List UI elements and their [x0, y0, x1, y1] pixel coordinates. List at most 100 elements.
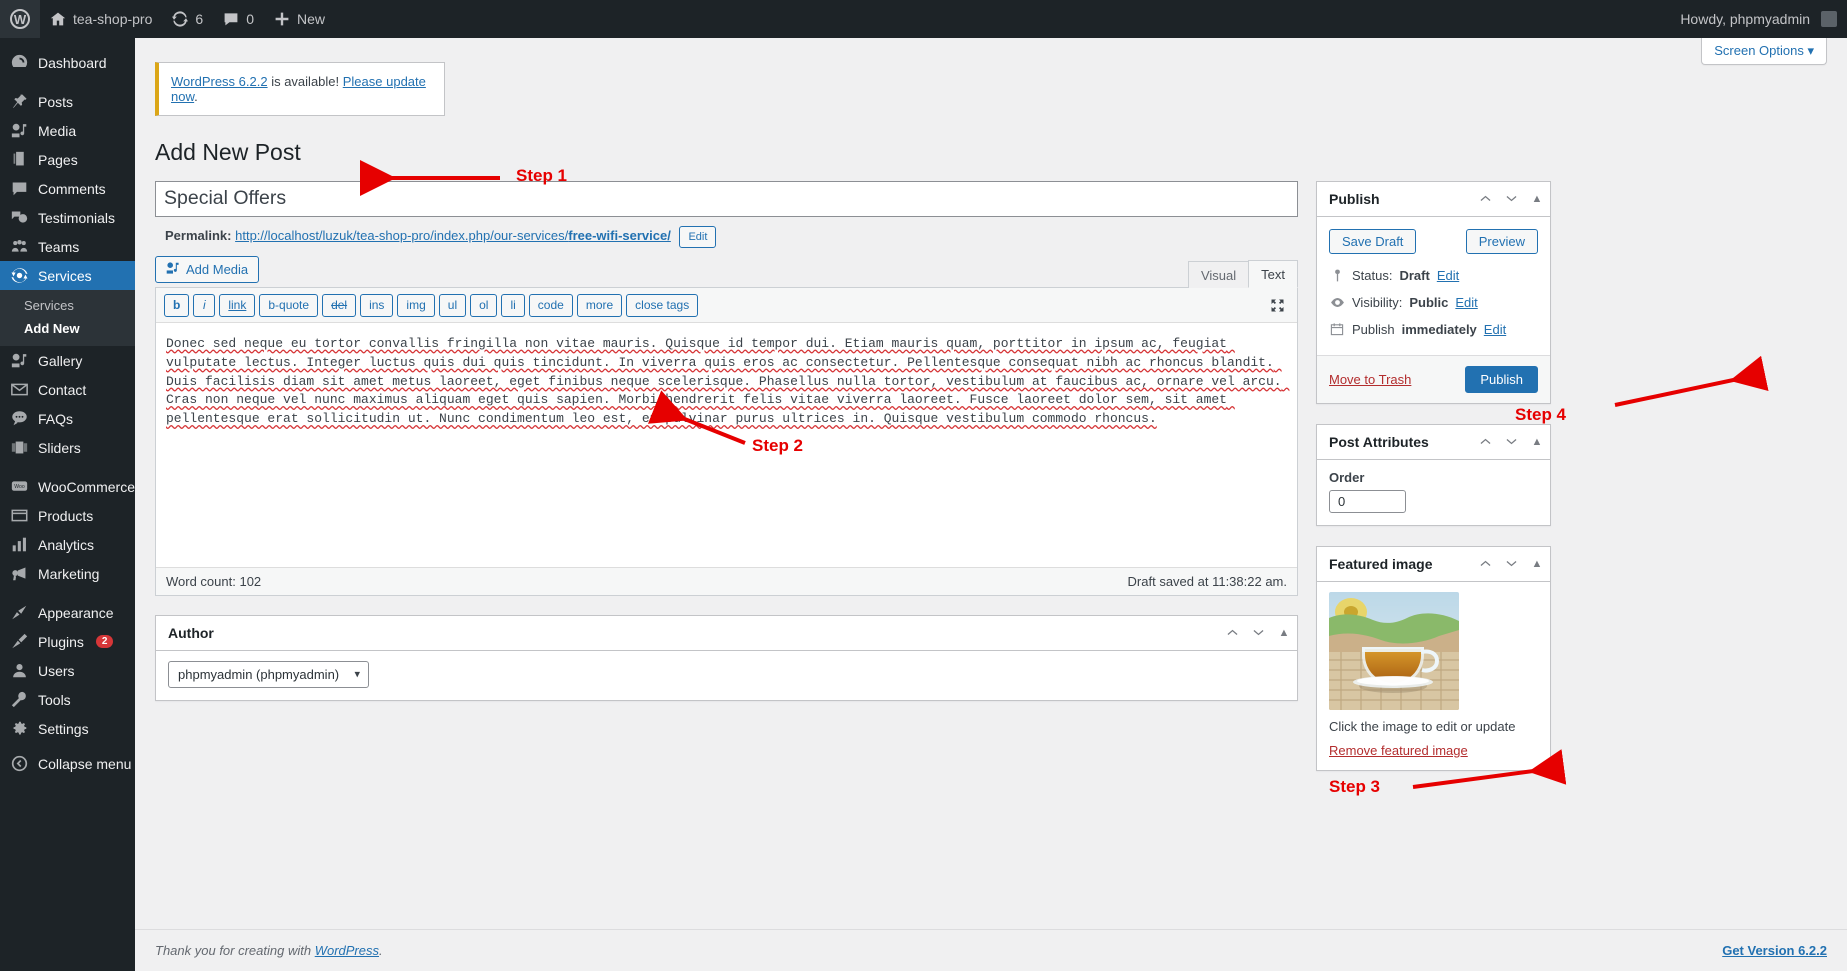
add-media-button[interactable]: Add Media — [155, 255, 260, 283]
move-up-icon[interactable] — [1472, 182, 1498, 216]
submenu-item-add-new[interactable]: Add New — [0, 317, 135, 340]
menu-separator-1 — [0, 77, 135, 87]
sliders-icon — [9, 438, 29, 458]
wordpress-footer-link[interactable]: WordPress — [315, 943, 379, 958]
qt-li-button[interactable]: li — [501, 293, 525, 317]
featured-image-inside: Click the image to edit or update Remove… — [1317, 582, 1550, 770]
sidebar-item-sliders[interactable]: Sliders — [0, 433, 135, 462]
sidebar-item-products[interactable]: Products — [0, 501, 135, 530]
sidebar-item-analytics[interactable]: Analytics — [0, 530, 135, 559]
post-title-input[interactable] — [155, 180, 1298, 217]
sidebar-label-sliders: Sliders — [38, 439, 81, 456]
new-content-menu[interactable]: New — [264, 0, 335, 38]
toggle-panel-icon[interactable]: ▲ — [1524, 182, 1550, 216]
qt-bold-button[interactable]: b — [164, 293, 190, 317]
post-content-textarea[interactable]: Donec sed neque eu tortor convallis frin… — [156, 322, 1297, 567]
toggle-panel-icon[interactable]: ▲ — [1271, 616, 1297, 650]
qt-ul-button[interactable]: ul — [438, 293, 467, 317]
updates-count: 6 — [195, 11, 204, 27]
move-to-trash-link[interactable]: Move to Trash — [1329, 372, 1411, 387]
save-draft-button[interactable]: Save Draft — [1329, 228, 1417, 254]
move-down-icon[interactable] — [1498, 182, 1524, 216]
sidebar-item-pages[interactable]: Pages — [0, 145, 135, 174]
tab-visual[interactable]: Visual — [1187, 260, 1250, 288]
visibility-edit-link[interactable]: Edit — [1455, 295, 1477, 310]
sidebar-label-marketing: Marketing — [38, 565, 100, 582]
site-name-menu[interactable]: tea-shop-pro — [40, 0, 162, 38]
sidebar-item-marketing[interactable]: Marketing — [0, 559, 135, 588]
sidebar-label-posts: Posts — [38, 93, 74, 110]
wordpress-version-link[interactable]: WordPress 6.2.2 — [171, 74, 268, 89]
qt-close-tags-button[interactable]: close tags — [626, 293, 699, 317]
sidebar-item-users[interactable]: Users — [0, 656, 135, 685]
qt-img-button[interactable]: img — [397, 293, 435, 317]
submenu-item-services[interactable]: Services — [0, 294, 135, 317]
users-icon — [9, 661, 29, 681]
sidebar-item-posts[interactable]: Posts — [0, 87, 135, 116]
updates-menu[interactable]: 6 — [162, 0, 213, 38]
move-up-icon[interactable] — [1219, 616, 1245, 650]
remove-featured-image-link[interactable]: Remove featured image — [1329, 743, 1468, 758]
move-down-icon[interactable] — [1245, 616, 1271, 650]
qt-code-button[interactable]: code — [528, 293, 573, 317]
collapse-menu-button[interactable]: Collapse menu — [0, 749, 135, 778]
sidebar-label-pages: Pages — [38, 151, 78, 168]
move-down-icon[interactable] — [1498, 547, 1524, 581]
notice-period: . — [194, 89, 198, 104]
toggle-panel-icon[interactable]: ▲ — [1524, 547, 1550, 581]
sidebar-item-woocommerce[interactable]: Woo WooCommerce — [0, 472, 135, 501]
author-select[interactable]: phpmyadmin (phpmyadmin) — [168, 660, 369, 688]
qt-link-button[interactable]: link — [219, 293, 256, 317]
settings-gear-icon — [9, 719, 29, 739]
edit-permalink-button[interactable]: Edit — [679, 225, 717, 248]
sidebar-item-appearance[interactable]: Appearance — [0, 598, 135, 627]
fullscreen-icon[interactable] — [1270, 298, 1289, 313]
status-edit-link[interactable]: Edit — [1437, 268, 1459, 283]
new-content-label: New — [296, 11, 325, 27]
sidebar-item-tools[interactable]: Tools — [0, 685, 135, 714]
toggle-panel-icon[interactable]: ▲ — [1524, 425, 1550, 459]
sidebar-item-gallery[interactable]: Gallery — [0, 346, 135, 375]
draft-saved-label: Draft saved at 11:38:22 am. — [1127, 573, 1287, 589]
sidebar-item-plugins[interactable]: Plugins 2 — [0, 627, 135, 656]
pin-status-icon — [1329, 269, 1345, 282]
permalink-link[interactable]: http://localhost/luzuk/tea-shop-pro/inde… — [235, 228, 671, 243]
footer-version-link[interactable]: Get Version 6.2.2 — [1722, 943, 1827, 958]
move-up-icon[interactable] — [1472, 547, 1498, 581]
menu-order-input[interactable] — [1329, 489, 1406, 513]
media-icon — [9, 121, 29, 141]
sidebar-item-contact[interactable]: Contact — [0, 375, 135, 404]
preview-button[interactable]: Preview — [1465, 228, 1538, 254]
qt-more-button[interactable]: more — [576, 293, 623, 317]
sidebar-item-settings[interactable]: Settings — [0, 714, 135, 743]
author-select-wrapper: phpmyadmin (phpmyadmin) ▾ — [168, 660, 369, 688]
publish-button[interactable]: Publish — [1465, 365, 1538, 393]
my-account-menu[interactable]: Howdy, phpmyadmin — [1670, 0, 1847, 38]
screen-options-button[interactable]: Screen Options ▾ — [1701, 38, 1827, 65]
qt-italic-button[interactable]: i — [193, 293, 216, 317]
move-up-icon[interactable] — [1472, 425, 1498, 459]
sidebar-item-media[interactable]: Media — [0, 116, 135, 145]
sidebar-item-testimonials[interactable]: Testimonials — [0, 203, 135, 232]
move-down-icon[interactable] — [1498, 425, 1524, 459]
wordpress-logo-icon: W — [10, 9, 30, 29]
sidebar-item-dashboard[interactable]: Dashboard — [0, 48, 135, 77]
featured-image-thumbnail[interactable] — [1329, 591, 1459, 710]
wp-logo-menu[interactable]: W — [0, 0, 40, 38]
tab-text[interactable]: Text — [1248, 259, 1298, 288]
qt-ins-button[interactable]: ins — [360, 293, 394, 317]
sidebar-item-faqs[interactable]: FAQs — [0, 404, 135, 433]
sidebar-item-teams[interactable]: Teams — [0, 232, 135, 261]
editor-container: b i link b-quote del ins img ul ol li co… — [155, 286, 1298, 596]
sidebar-item-services[interactable]: Services — [0, 261, 135, 290]
qt-del-button[interactable]: del — [322, 293, 357, 317]
comments-count: 0 — [246, 11, 254, 27]
qt-ol-button[interactable]: ol — [470, 293, 498, 317]
page-inner: WordPress 6.2.2 is available! Please upd… — [135, 38, 1847, 791]
comments-menu[interactable]: 0 — [213, 0, 264, 38]
featured-image-metabox: Featured image ▲ Click the image to edit… — [1316, 545, 1551, 771]
qt-bquote-button[interactable]: b-quote — [259, 293, 319, 317]
publish-time-edit-link[interactable]: Edit — [1484, 322, 1506, 337]
publish-metabox: Publish ▲ Save Draft Preview Status: Dra… — [1316, 180, 1551, 404]
sidebar-item-comments[interactable]: Comments — [0, 174, 135, 203]
